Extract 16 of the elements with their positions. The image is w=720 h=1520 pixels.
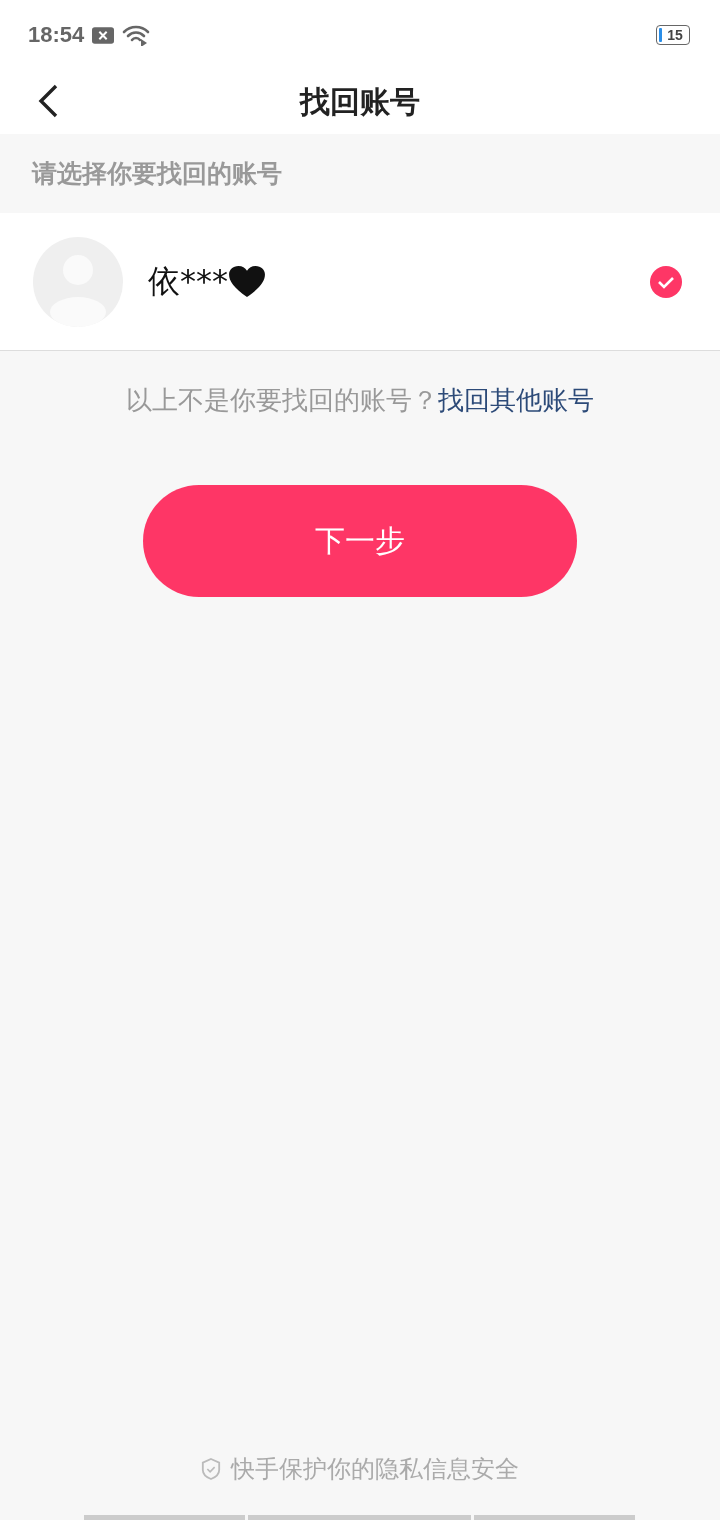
other-account-link[interactable]: 找回其他账号 [438, 382, 594, 418]
heart-icon [228, 264, 266, 299]
back-icon[interactable] [38, 84, 58, 118]
account-name: 依*** [148, 260, 228, 302]
check-icon[interactable] [650, 265, 682, 298]
privacy-note: 快手保护你的隐私信息安全 [231, 1454, 519, 1485]
wifi-icon [122, 24, 151, 46]
next-button[interactable]: 下一步 [143, 485, 577, 597]
page-title: 找回账号 [300, 82, 420, 121]
account-item[interactable]: 依*** [0, 213, 720, 351]
status-time: 18:54 [28, 22, 85, 48]
section-label: 请选择你要找回的账号 [30, 158, 283, 190]
battery-icon: 15 [656, 25, 690, 45]
prompt-text: 以上不是你要找回的账号？ [126, 383, 438, 417]
shield-icon [201, 1458, 221, 1480]
sim-card-icon [92, 26, 115, 44]
